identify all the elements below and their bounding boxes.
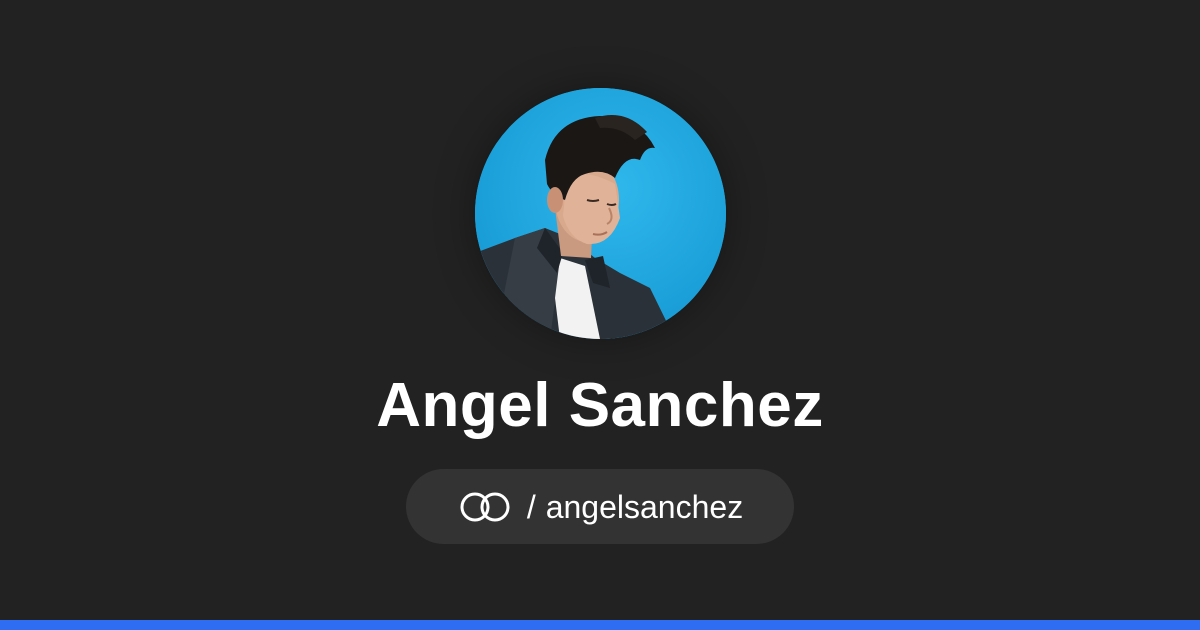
profile-card: Angel Sanchez / angelsanchez xyxy=(0,0,1200,620)
avatar-photo xyxy=(475,88,726,339)
profile-handle-link[interactable]: / angelsanchez xyxy=(406,469,794,544)
handle-separator: / xyxy=(526,488,536,525)
profile-name: Angel Sanchez xyxy=(376,371,824,440)
linked-rings-icon xyxy=(460,492,510,521)
accent-bar xyxy=(0,620,1200,630)
avatar xyxy=(475,88,726,339)
handle-text: angelsanchez xyxy=(545,488,744,525)
